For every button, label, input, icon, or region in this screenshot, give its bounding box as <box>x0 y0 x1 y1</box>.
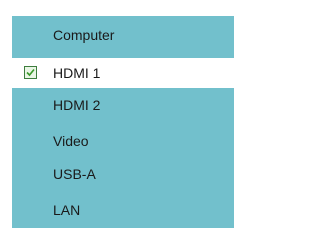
menu-item-label: Video <box>53 133 89 149</box>
menu-item-label: HDMI 2 <box>53 97 101 113</box>
menu-item-usb-a[interactable]: USB-A <box>12 159 234 189</box>
menu-item-computer[interactable]: Computer <box>12 20 234 50</box>
input-source-menu: Computer HDMI 1 HDMI 2 Video USB-A LAN <box>12 16 234 228</box>
menu-item-label: LAN <box>53 202 81 218</box>
menu-item-label: HDMI 1 <box>53 65 101 81</box>
checkmark-icon <box>24 66 37 79</box>
menu-item-label: USB-A <box>53 166 96 182</box>
menu-item-lan[interactable]: LAN <box>12 195 234 225</box>
menu-item-hdmi-2[interactable]: HDMI 2 <box>12 90 234 120</box>
menu-item-label: Computer <box>53 27 115 43</box>
menu-item-hdmi-1[interactable]: HDMI 1 <box>12 58 234 88</box>
menu-item-video[interactable]: Video <box>12 126 234 156</box>
